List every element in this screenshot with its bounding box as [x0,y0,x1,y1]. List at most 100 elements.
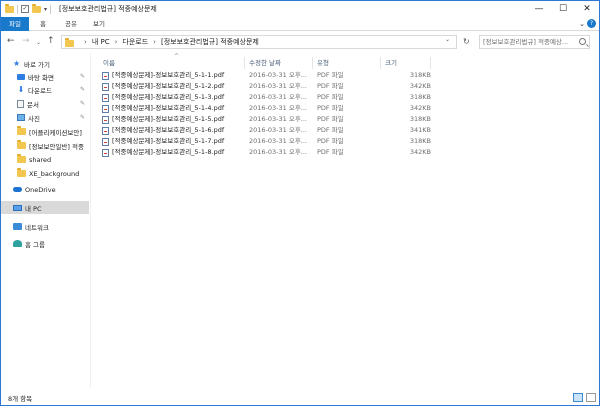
customize-qat-chevron-icon[interactable]: ▾ [44,6,47,13]
sidebar-item-label: shared [29,155,52,164]
recent-locations-chevron-icon[interactable]: ⌄ [36,39,41,46]
file-type: PDF 파일 [317,137,344,145]
column-header-type[interactable]: 유형 [313,57,381,69]
sidebar-item-label: OneDrive [25,185,56,194]
pc-icon [13,204,22,211]
pdf-file-icon [102,116,109,124]
folder-icon [65,37,74,47]
sidebar-item-label: [정보보안일반] 적중 [29,142,84,151]
file-type: PDF 파일 [317,148,344,156]
file-row[interactable]: [적중예상문제]-정보보호관리_5-1-2.pdf 2016-03-31 오후.… [102,81,432,92]
sidebar-item-downloads[interactable]: ⬇ 다운로드 ✎ [17,83,89,96]
file-row[interactable]: [적중예상문제]-정보보호관리_5-1-1.pdf 2016-03-31 오후.… [102,70,432,81]
folder-icon [17,154,26,163]
maximize-button[interactable]: ☐ [551,1,575,17]
sidebar-item-quick-access[interactable]: ★ 바로 가기 [13,57,101,70]
file-size: 342KB [409,104,431,112]
tab-view[interactable]: 보기 [93,17,105,31]
tab-file[interactable]: 파일 [1,17,29,31]
breadcrumb-current-folder[interactable]: [정보보호관리법규] 적중예상문제 [161,37,259,47]
file-size: 342KB [409,82,431,90]
refresh-icon[interactable]: ↻ [463,37,470,46]
navigation-pane: ★ 바로 가기 바탕 화면 ✎ ⬇ 다운로드 ✎ 문서 ✎ 사진 ✎ [어플리케… [1,53,91,388]
sidebar-item-label: 사진 [28,114,40,123]
star-icon: ★ [13,58,21,68]
properties-checkbox-icon[interactable]: ✓ [21,5,29,13]
address-dropdown-chevron-icon[interactable]: ⌄ [445,36,450,43]
search-placeholder: [정보보호관리법규] 적중예상... [483,38,569,46]
forward-arrow-icon[interactable]: → [22,36,30,46]
expand-ribbon-chevron-icon[interactable]: ⌄ [579,20,585,28]
quick-access-toolbar: ✓ ▾ [5,3,52,14]
sidebar-item-homegroup[interactable]: 홈 그룹 [13,237,89,250]
minimize-button[interactable]: — [527,1,551,17]
pdf-file-icon [102,138,109,146]
sidebar-item-folder[interactable]: shared [17,153,89,166]
file-size: 342KB [409,148,431,156]
file-row[interactable]: [적중예상문제]-정보보호관리_5-1-3.pdf 2016-03-31 오후.… [102,92,432,103]
homegroup-icon [13,240,22,247]
file-row[interactable]: [적중예상문제]-정보보호관리_5-1-7.pdf 2016-03-31 오후.… [102,136,432,147]
sidebar-item-this-pc[interactable]: 내 PC [1,201,89,214]
navigation-bar: ← → ⌄ ↑ › 내 PC › 다운로드 › [정보보호관리법규] 적중예상문… [1,32,599,52]
breadcrumb-this-pc[interactable]: 내 PC [92,37,110,47]
search-input[interactable]: [정보보호관리법규] 적중예상... [479,35,590,49]
sidebar-item-label: XE_background [29,169,80,178]
sidebar-item-pictures[interactable]: 사진 ✎ [17,111,89,124]
sidebar-item-network[interactable]: 네트워크 [13,220,89,233]
file-name: [적중예상문제]-정보보호관리_5-1-3.pdf [112,93,225,101]
breadcrumb-chevron-icon[interactable]: › [115,38,118,46]
ribbon-tabs: 파일 홈 공유 보기 ⌄ ? [1,17,599,31]
new-folder-icon[interactable] [32,3,41,13]
sidebar-item-folder[interactable]: XE_background [17,167,89,180]
sidebar-item-label: 내 PC [25,204,42,213]
sidebar-item-label: 홈 그룹 [25,240,46,249]
breadcrumb-chevron-icon[interactable]: › [84,38,87,46]
qat-separator [17,4,18,14]
folder-icon [17,126,26,135]
file-row[interactable]: [적중예상문제]-정보보호관리_5-1-5.pdf 2016-03-31 오후.… [102,114,432,125]
file-type: PDF 파일 [317,126,344,134]
sidebar-item-folder[interactable]: [정보보안일반] 적중 [17,139,89,152]
sidebar-item-documents[interactable]: 문서 ✎ [17,97,89,110]
breadcrumb-chevron-icon[interactable]: › [153,38,156,46]
pdf-file-icon [102,105,109,113]
file-type: PDF 파일 [317,93,344,101]
sidebar-item-folder[interactable]: [어플리케이션보안] [17,125,89,138]
column-header-name[interactable]: 이름 [99,57,245,69]
back-arrow-icon[interactable]: ← [7,36,15,46]
window-title: [정보보호관리법규] 적중예상문제 [59,5,157,13]
sidebar-item-label: 바로 가기 [24,60,50,69]
sidebar-item-label: 바탕 화면 [28,73,54,82]
file-date: 2016-03-31 오후... [249,82,307,90]
file-date: 2016-03-31 오후... [249,104,307,112]
file-type: PDF 파일 [317,82,344,90]
up-arrow-icon[interactable]: ↑ [47,36,55,46]
help-icon[interactable]: ? [587,19,596,28]
tab-home[interactable]: 홈 [40,17,46,31]
file-row[interactable]: [적중예상문제]-정보보호관리_5-1-8.pdf 2016-03-31 오후.… [102,147,432,158]
close-button[interactable]: ✕ [575,1,599,17]
pdf-file-icon [102,83,109,91]
large-icons-view-icon[interactable] [586,393,596,402]
network-icon [13,223,22,230]
item-count: 8개 항목 [8,395,33,403]
pictures-icon [17,114,25,121]
breadcrumb-downloads[interactable]: 다운로드 [122,37,148,47]
file-row[interactable]: [적중예상문제]-정보보호관리_5-1-6.pdf 2016-03-31 오후.… [102,125,432,136]
sidebar-item-desktop[interactable]: 바탕 화면 ✎ [17,70,89,83]
file-name: [적중예상문제]-정보보호관리_5-1-5.pdf [112,115,225,123]
file-name: [적중예상문제]-정보보호관리_5-1-7.pdf [112,137,225,145]
column-header-size[interactable]: 크기 [381,57,431,69]
file-name: [적중예상문제]-정보보호관리_5-1-1.pdf [112,71,225,79]
column-header-date[interactable]: 수정한 날짜 [245,57,313,69]
file-row[interactable]: [적중예상문제]-정보보호관리_5-1-4.pdf 2016-03-31 오후.… [102,103,432,114]
file-name: [적중예상문제]-정보보호관리_5-1-6.pdf [112,126,225,134]
address-bar[interactable]: › 내 PC › 다운로드 › [정보보호관리법규] 적중예상문제 [61,35,457,49]
sidebar-item-onedrive[interactable]: OneDrive [13,183,89,196]
tab-share[interactable]: 공유 [65,17,77,31]
pin-icon: ✎ [79,100,85,107]
details-view-icon[interactable] [573,393,583,402]
sidebar-item-label: 다운로드 [28,86,52,95]
file-size: 318KB [409,115,431,123]
